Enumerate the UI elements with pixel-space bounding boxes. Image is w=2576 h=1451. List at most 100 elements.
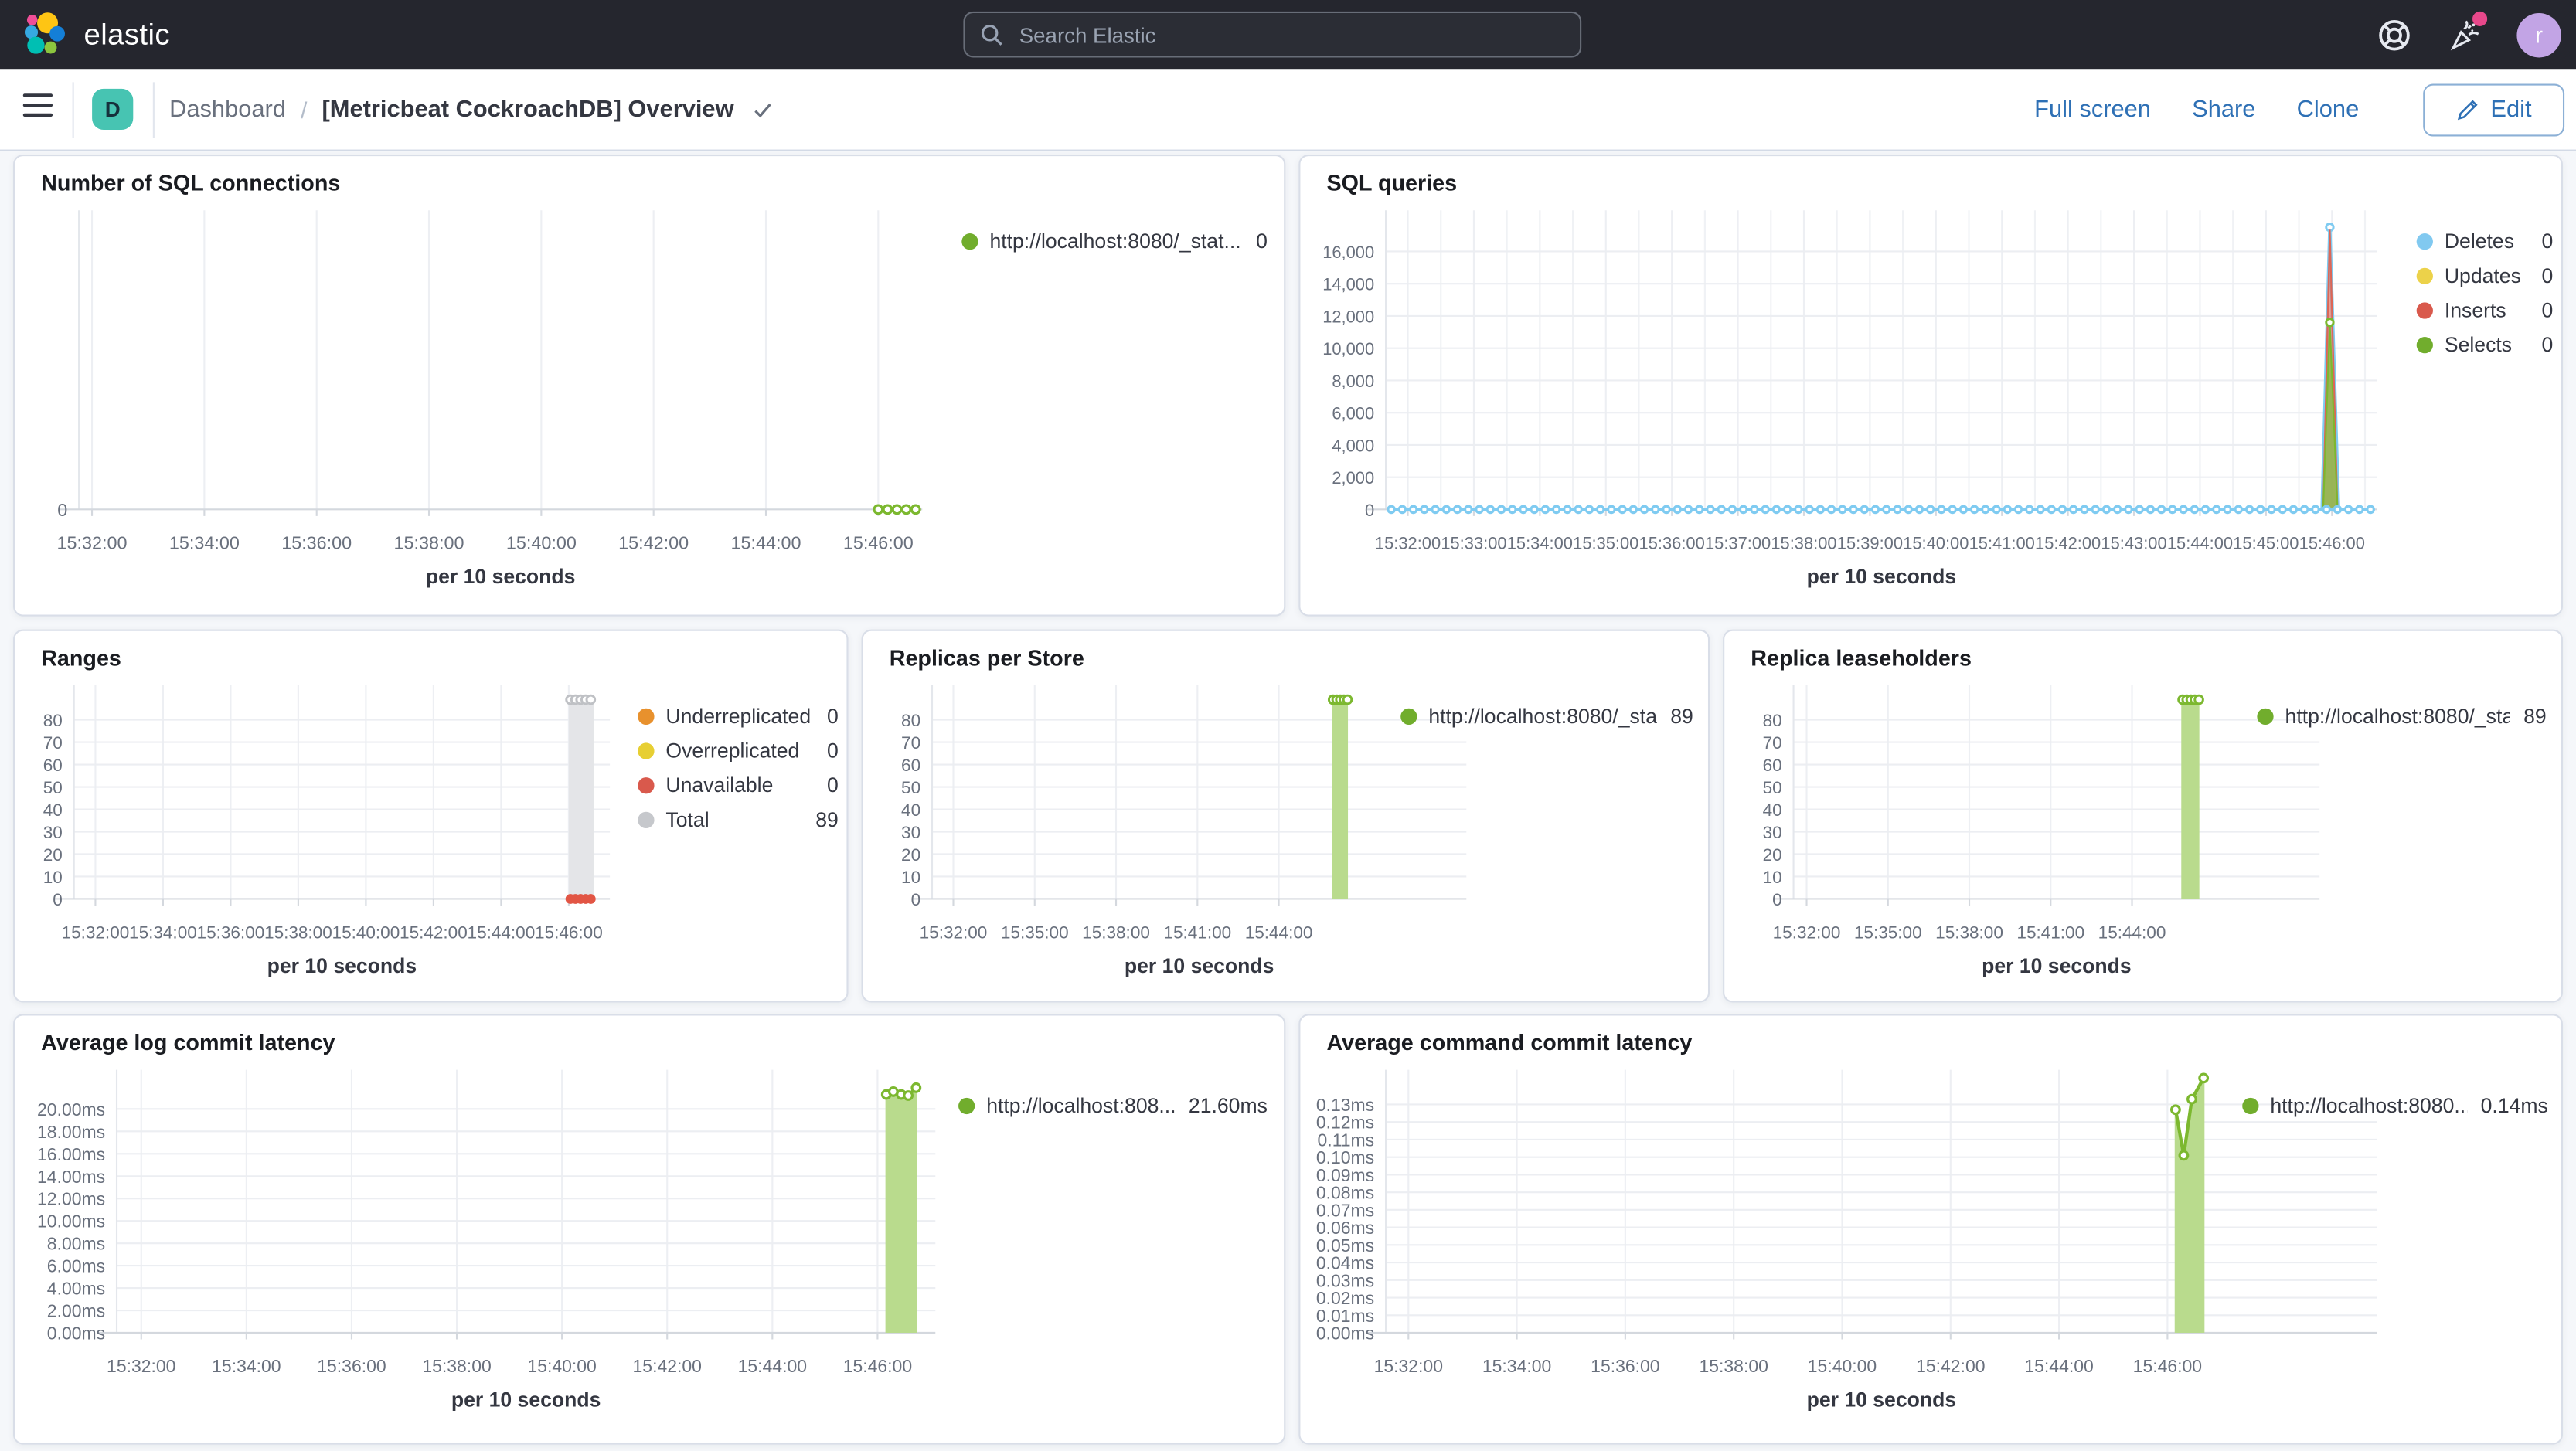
x-tick-label: 15:40:00: [1808, 1356, 1877, 1376]
full-screen-button[interactable]: Full screen: [2034, 97, 2151, 123]
legend-color-dot: [958, 1097, 975, 1115]
y-tick-label: 6.00ms: [47, 1256, 105, 1276]
x-tick-label: 15:41:00: [1163, 923, 1231, 943]
y-tick-label: 50: [43, 778, 63, 797]
legend-item[interactable]: http://localhost:8080/_sta... 89: [2257, 703, 2547, 729]
legend-item[interactable]: Total 89: [638, 807, 839, 833]
menu-button[interactable]: [22, 93, 53, 117]
y-tick-label: 8,000: [1332, 372, 1374, 391]
y-tick-label: 0.00ms: [1316, 1324, 1374, 1344]
user-avatar[interactable]: r: [2516, 12, 2561, 57]
y-tick-label: 0: [53, 890, 63, 909]
notification-badge: [2472, 11, 2488, 27]
x-tick-label: 15:34:00: [169, 532, 240, 552]
y-tick-label: 40: [901, 800, 920, 820]
y-tick-label: 2.00ms: [47, 1301, 105, 1321]
panel-average-command-commit-latency: Average command commit latency 15:32:00 1…: [1298, 1014, 2563, 1445]
legend-item[interactable]: Underreplicated 0: [638, 703, 839, 729]
x-tick-label: 15:44:00: [468, 923, 536, 943]
share-button[interactable]: Share: [2192, 97, 2255, 123]
legend-color-dot: [1400, 708, 1417, 726]
y-tick-label: 0.06ms: [1316, 1218, 1374, 1238]
newsfeed-button[interactable]: [2446, 11, 2488, 53]
panel-sql-queries: SQL queries 15:32:00 15:33:00 15:34:00 15:3…: [1298, 154, 2563, 617]
x-tick-label: 15:44:00: [2167, 533, 2233, 552]
y-tick-label: 18.00ms: [37, 1122, 105, 1142]
life-ring-icon: [2378, 19, 2409, 50]
x-tick-label: 15:38:00: [1082, 923, 1150, 943]
legend-color-dot: [2416, 337, 2433, 354]
legend-item[interactable]: Deletes 0: [2416, 229, 2554, 255]
x-tick-label: 15:32:00: [107, 1356, 175, 1376]
legend-label: http://localhost:8080/_stat...: [989, 229, 1241, 253]
legend-value: 89: [2523, 705, 2547, 729]
legend-item[interactable]: Selects 0: [2416, 332, 2553, 359]
y-tick-label: 0.09ms: [1316, 1165, 1374, 1185]
edit-button[interactable]: Edit: [2423, 83, 2565, 137]
legend-value: 89: [815, 808, 839, 832]
panel-replicas-per-store: Replicas per Store 15:32:00 15:35:00 15:38…: [861, 629, 1710, 1003]
legend-label: http://localhost:808...: [986, 1094, 1176, 1118]
y-tick-label: 6,000: [1332, 404, 1374, 423]
clone-button[interactable]: Clone: [2297, 97, 2360, 123]
axis-labels: 15:32:00 15:34:00 15:36:00 15:38:00 15:40:00…: [57, 500, 914, 588]
legend-item[interactable]: Overreplicated 0: [638, 738, 839, 764]
chart-canvas: 15:32:00 15:33:00 15:34:00 15:35:00 15:36:00…: [1322, 210, 2377, 588]
title-check-icon[interactable]: [752, 99, 775, 122]
x-tick-label: 15:38:00: [422, 1356, 491, 1376]
chart-legend: http://localhost:8080/_sta... 89: [1400, 703, 1693, 738]
legend-item[interactable]: http://localhost:808... 21.60ms: [958, 1092, 1268, 1119]
y-tick-label: 10,000: [1322, 339, 1374, 359]
x-tick-label: 15:34:00: [1507, 533, 1573, 552]
search-input[interactable]: [1016, 20, 1565, 49]
gridlines: [912, 685, 1467, 906]
y-tick-label: 0: [911, 890, 921, 909]
x-tick-label: 15:42:00: [1916, 1356, 1985, 1376]
legend-label: Inserts: [2444, 299, 2506, 322]
legend-item[interactable]: http://localhost:8080... 0.14ms: [2242, 1092, 2548, 1119]
y-tick-label: 30: [43, 823, 63, 842]
replicas-per-store-chart: 15:32:00 15:35:00 15:38:00 15:41:00 15:44:00…: [863, 631, 1708, 1001]
breadcrumb-dashboard-link[interactable]: Dashboard: [169, 97, 286, 123]
legend-item[interactable]: Updates 0: [2416, 263, 2553, 289]
y-tick-label: 0: [1772, 890, 1782, 909]
x-tick-label: 15:40:00: [332, 923, 400, 943]
x-tick-label: 15:40:00: [527, 1356, 596, 1376]
global-search-box[interactable]: [963, 11, 1582, 58]
y-tick-label: 12.00ms: [37, 1189, 105, 1209]
legend-value: 89: [1670, 705, 1693, 729]
legend-label: Selects: [2444, 333, 2513, 357]
x-axis-title: per 10 seconds: [1807, 1388, 1957, 1412]
elastic-wordmark: elastic: [83, 17, 170, 50]
legend-value: 21.60ms: [1188, 1094, 1268, 1118]
y-tick-label: 10: [1763, 868, 1782, 887]
axis-labels: 15:32:00 15:35:00 15:38:00 15:41:00 15:44:00…: [1763, 711, 2166, 977]
legend-item[interactable]: Unavailable 0: [638, 773, 839, 799]
x-axis-title: per 10 seconds: [267, 954, 417, 977]
space-badge[interactable]: D: [92, 88, 134, 131]
elastic-logo-icon: [24, 12, 65, 54]
legend-item[interactable]: http://localhost:8080/_sta... 89: [1400, 703, 1693, 729]
y-tick-label: 0.11ms: [1318, 1130, 1375, 1150]
help-button[interactable]: [2376, 16, 2412, 53]
x-tick-label: 15:32:00: [62, 923, 130, 943]
legend-label: Overreplicated: [665, 739, 800, 763]
x-tick-label: 15:37:00: [1705, 533, 1771, 552]
y-tick-label: 80: [901, 711, 920, 730]
chart-legend: Deletes 0 Updates 0 Inserts 0 Selects 0: [2416, 229, 2554, 367]
x-tick-label: 15:32:00: [1773, 923, 1841, 943]
y-tick-label: 0.00ms: [47, 1324, 105, 1344]
gridlines: [97, 1069, 936, 1340]
legend-item[interactable]: http://localhost:8080/_stat... 0: [961, 229, 1268, 255]
legend-value: 0: [2541, 229, 2554, 253]
chart-legend: http://localhost:8080/_sta... 89: [2257, 703, 2547, 738]
x-tick-label: 15:46:00: [535, 923, 603, 943]
y-tick-label: 0.07ms: [1316, 1200, 1374, 1220]
y-tick-label: 10.00ms: [37, 1211, 105, 1232]
legend-item[interactable]: Inserts 0: [2416, 297, 2553, 324]
series-layer: [2170, 1072, 2210, 1333]
legend-color-dot: [638, 742, 655, 759]
y-tick-label: 16.00ms: [37, 1144, 105, 1164]
elastic-logo[interactable]: elastic: [23, 0, 170, 69]
x-tick-label: 15:44:00: [738, 1356, 807, 1376]
